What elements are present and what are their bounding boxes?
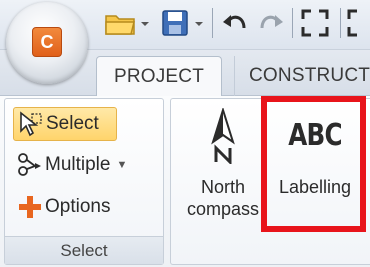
toolbar-overflow-icon[interactable] [346, 8, 370, 38]
select-button-label: Select [46, 113, 99, 134]
multiple-button[interactable]: Multiple ▼ [13, 151, 127, 179]
select-button[interactable]: Select [13, 107, 117, 141]
highlight-frame [261, 96, 366, 232]
tab-construct[interactable]: CONSTRUCT [234, 56, 370, 97]
multiple-select-icon [17, 152, 43, 178]
separator [212, 8, 213, 38]
chevron-down-icon[interactable] [140, 8, 150, 38]
cursor-arrow-icon [18, 111, 44, 137]
save-icon[interactable] [160, 8, 190, 38]
application-menu-button[interactable]: C [6, 2, 88, 84]
options-button-label: Options [45, 196, 111, 217]
undo-icon[interactable] [220, 8, 250, 38]
open-folder-icon[interactable] [104, 8, 138, 38]
north-arrow-icon [180, 106, 266, 166]
north-compass-button[interactable]: North compass [180, 106, 266, 220]
options-button[interactable]: Options [13, 193, 110, 221]
separator [292, 8, 293, 38]
north-compass-label-line2: compass [186, 199, 260, 219]
plus-icon [17, 194, 43, 220]
multiple-button-label: Multiple [45, 154, 111, 175]
north-compass-label-line1: North [200, 177, 245, 197]
tab-project[interactable]: PROJECT [96, 56, 222, 97]
chevron-down-icon[interactable] [194, 8, 204, 38]
redo-icon[interactable] [256, 8, 286, 38]
select-group-label: Select [5, 236, 163, 264]
app-logo-icon: C [32, 27, 62, 57]
select-group: Select Multiple ▼ Options Select [4, 98, 164, 265]
separator [340, 8, 341, 38]
fullscreen-icon[interactable] [300, 8, 330, 38]
chevron-down-icon[interactable]: ▼ [116, 159, 127, 171]
